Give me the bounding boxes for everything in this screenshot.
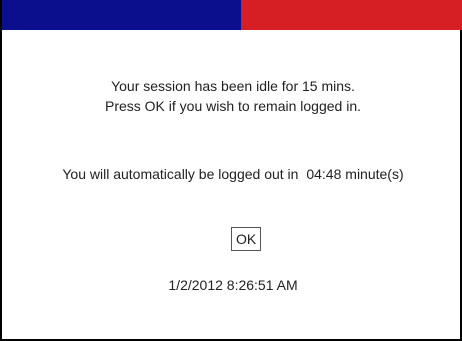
header-color-bar — [2, 0, 462, 30]
ok-button[interactable]: OK — [231, 227, 262, 251]
timestamp: 1/2/2012 8:26:51 AM — [168, 277, 298, 293]
countdown-prefix: You will automatically be logged out in — [62, 166, 299, 182]
countdown-value: 04:48 — [306, 166, 342, 182]
header-bar-red — [241, 0, 462, 30]
logout-countdown-message: You will automatically be logged out in … — [2, 164, 462, 184]
idle-message-line2: Press OK if you wish to remain logged in… — [104, 98, 361, 114]
header-bar-blue — [2, 0, 241, 30]
countdown-suffix: minute(s) — [345, 166, 404, 182]
session-timeout-dialog: Your session has been idle for 15 mins. … — [0, 0, 462, 341]
idle-message-line1: Your session has been idle for 15 mins. — [111, 78, 355, 94]
